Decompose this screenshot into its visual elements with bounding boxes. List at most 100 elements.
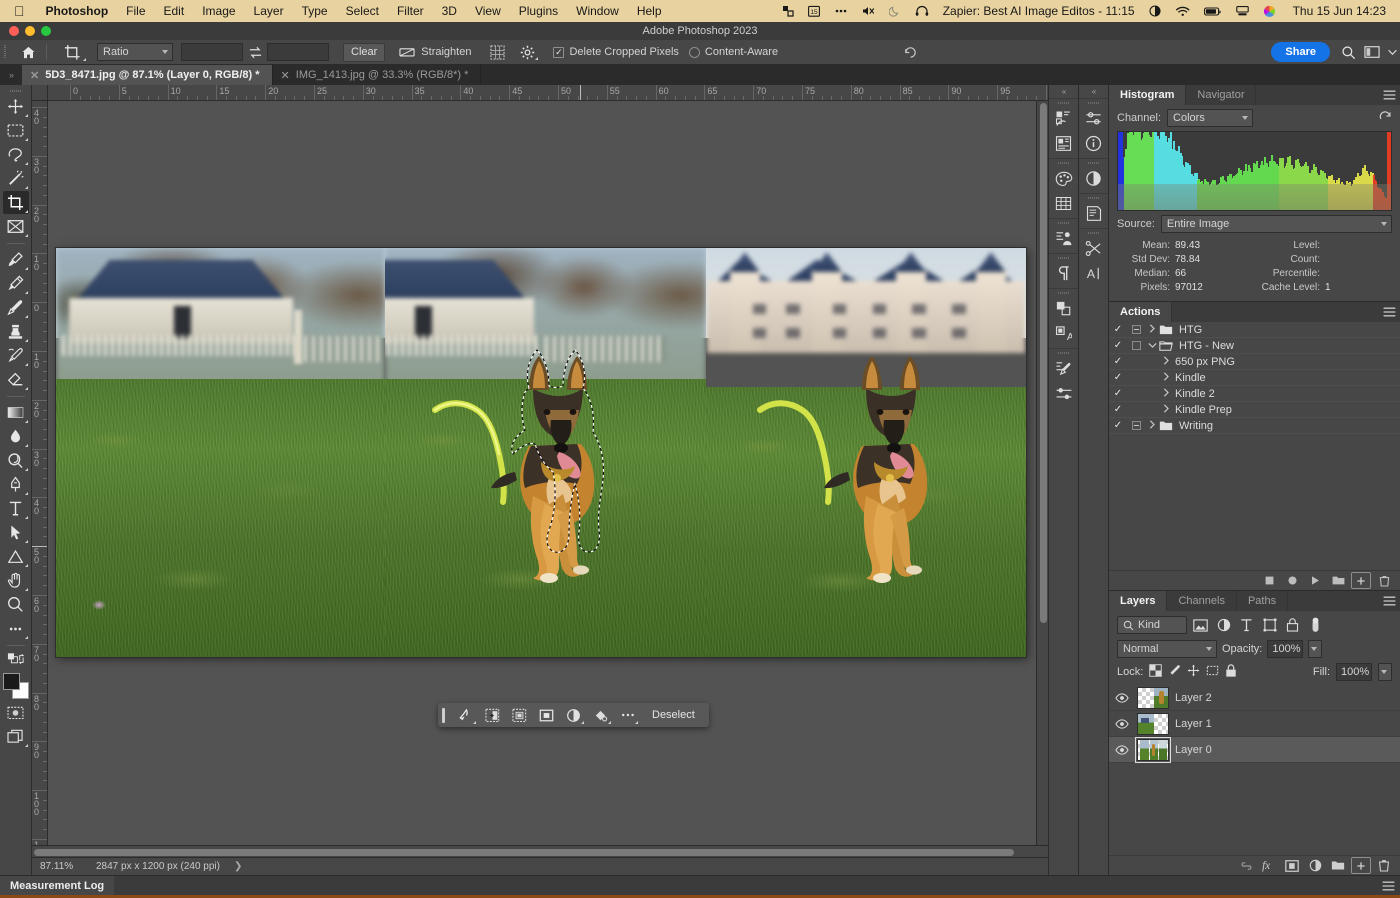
canvas-panel-composite[interactable] xyxy=(706,248,1026,657)
calendar-15-icon[interactable]: 15 xyxy=(801,5,827,17)
menu-item-edit[interactable]: Edit xyxy=(155,4,194,18)
menu-item-3d[interactable]: 3D xyxy=(433,4,466,18)
screenshot-icon[interactable] xyxy=(775,5,801,17)
clone-stamp-tool[interactable] xyxy=(3,320,29,343)
filter-adjustment-icon[interactable] xyxy=(1214,616,1233,634)
tool-presets-icon[interactable] xyxy=(1051,381,1077,406)
action-enabled-checkmark[interactable]: ✓ xyxy=(1109,404,1127,415)
action-dialog-toggle[interactable] xyxy=(1127,421,1145,430)
canvas-viewport[interactable]: Deselect xyxy=(48,101,1048,845)
tab-actions[interactable]: Actions xyxy=(1109,302,1172,322)
create-mask-icon[interactable] xyxy=(534,704,559,726)
notes-icon[interactable] xyxy=(1081,201,1107,226)
layer-thumbnail[interactable] xyxy=(1137,713,1169,735)
filter-toggle-icon[interactable] xyxy=(1306,616,1325,634)
content-aware-checkbox[interactable] xyxy=(689,47,700,58)
adjustments-preset-icon[interactable] xyxy=(1051,131,1077,156)
menu-item-file[interactable]: File xyxy=(117,4,154,18)
chevron-right-icon[interactable]: ❯ xyxy=(220,861,242,872)
deselect-button[interactable]: Deselect xyxy=(642,709,701,721)
ellipsis-icon[interactable] xyxy=(827,5,855,17)
fill-input[interactable]: 100% xyxy=(1336,663,1372,681)
canvas-vertical-scrollbar[interactable] xyxy=(1036,101,1048,845)
menu-item-filter[interactable]: Filter xyxy=(388,4,433,18)
more-options-icon[interactable] xyxy=(615,704,640,726)
gradient-tool[interactable] xyxy=(3,401,29,424)
channel-select[interactable]: Colors xyxy=(1167,109,1253,127)
layer-thumbnail[interactable] xyxy=(1137,739,1169,761)
lock-artboard-icon[interactable] xyxy=(1206,664,1219,680)
properties-icon[interactable] xyxy=(1081,166,1107,191)
clear-button[interactable]: Clear xyxy=(343,43,385,62)
add-mask-icon[interactable] xyxy=(1282,857,1302,874)
delete-icon[interactable] xyxy=(1374,572,1394,589)
menu-item-image[interactable]: Image xyxy=(193,4,244,18)
shape-tool[interactable] xyxy=(3,545,29,568)
delete-cropped-pixels-checkbox[interactable]: ✓ xyxy=(553,47,564,58)
action-enabled-checkmark[interactable]: ✓ xyxy=(1109,340,1127,351)
source-select[interactable]: Entire Image xyxy=(1161,215,1392,233)
chevron-right-icon[interactable] xyxy=(1159,404,1173,415)
action-enabled-checkmark[interactable]: ✓ xyxy=(1109,324,1127,335)
opacity-input[interactable]: 100% xyxy=(1267,640,1303,658)
menu-item-plugins[interactable]: Plugins xyxy=(510,4,567,18)
blend-mode-select[interactable]: Normal xyxy=(1117,640,1217,658)
chevron-down-icon[interactable] xyxy=(1145,341,1159,351)
crop-tool[interactable] xyxy=(3,191,29,214)
tab-measurement-log[interactable]: Measurement Log xyxy=(0,876,114,895)
menu-item-photoshop[interactable]: Photoshop xyxy=(37,4,118,18)
vertical-ruler[interactable]: 403020100102030405060708090100110120130 xyxy=(32,101,48,845)
crop-height-input[interactable] xyxy=(267,43,329,61)
layer-row[interactable]: Layer 2 xyxy=(1109,685,1400,711)
glyphs-icon[interactable]: A xyxy=(1051,321,1077,346)
layer-thumbnail[interactable] xyxy=(1137,687,1169,709)
document-tab-active[interactable]: ✕ 5D3_8471.jpg @ 87.1% (Layer 0, RGB/8) … xyxy=(22,65,273,85)
action-enabled-checkmark[interactable]: ✓ xyxy=(1109,356,1127,367)
move-tool[interactable] xyxy=(3,95,29,118)
tab-histogram[interactable]: Histogram xyxy=(1109,85,1186,105)
panel-menu-icon[interactable] xyxy=(1378,85,1400,105)
actions-history-icon[interactable] xyxy=(1081,236,1107,261)
action-enabled-checkmark[interactable]: ✓ xyxy=(1109,388,1127,399)
panel-menu-icon[interactable] xyxy=(1378,302,1400,322)
brush-tool[interactable] xyxy=(3,296,29,319)
action-row[interactable]: ✓Kindle xyxy=(1109,370,1400,386)
layer-visibility-eye-icon[interactable] xyxy=(1113,719,1131,729)
swap-icon[interactable] xyxy=(243,41,267,63)
ratio-select[interactable]: Ratio xyxy=(97,43,173,61)
filter-shape-icon[interactable] xyxy=(1260,616,1279,634)
path-selection-tool[interactable] xyxy=(3,521,29,544)
reset-icon[interactable] xyxy=(898,41,922,63)
default-colors-icon[interactable] xyxy=(3,650,29,668)
layer-row[interactable]: Layer 0 xyxy=(1109,737,1400,763)
apple-icon[interactable]:  xyxy=(0,4,37,18)
document-tab-inactive[interactable]: ✕ IMG_1413.jpg @ 33.3% (RGB/8*) * xyxy=(273,65,482,85)
grid-overlay-icon[interactable] xyxy=(485,41,509,63)
home-icon[interactable] xyxy=(16,41,40,63)
headphones-icon[interactable] xyxy=(908,5,936,17)
lock-position-icon[interactable] xyxy=(1187,664,1200,680)
share-button[interactable]: Share xyxy=(1271,42,1330,62)
link-layers-icon[interactable] xyxy=(1236,857,1256,874)
canvas-horizontal-scrollbar[interactable] xyxy=(32,845,1048,857)
scrollbar-thumb[interactable] xyxy=(1040,103,1047,623)
character-styles-icon[interactable] xyxy=(1051,226,1077,251)
straighten-label[interactable]: Straighten xyxy=(421,46,471,58)
scrollbar-thumb[interactable] xyxy=(34,849,1014,856)
canvas-panel-original[interactable] xyxy=(56,248,385,657)
lock-full-icon[interactable] xyxy=(1225,664,1237,681)
close-icon[interactable]: ✕ xyxy=(281,69,290,82)
document-dimensions[interactable]: 2847 px x 1200 px (240 ppi) xyxy=(82,861,220,872)
new-adjustment-icon[interactable] xyxy=(1305,857,1325,874)
workspace-icon[interactable] xyxy=(1360,41,1384,63)
battery-icon[interactable] xyxy=(1197,5,1229,17)
horizontal-ruler[interactable]: 0510152025303540455055606570758085909510… xyxy=(48,85,1048,101)
action-enabled-checkmark[interactable]: ✓ xyxy=(1109,420,1127,431)
action-row[interactable]: ✓Writing xyxy=(1109,418,1400,434)
tab-scroll-arrows[interactable]: » xyxy=(0,65,22,85)
chevron-right-icon[interactable] xyxy=(1159,388,1173,399)
control-center-icon[interactable] xyxy=(1256,5,1283,18)
color-swatches[interactable] xyxy=(3,673,29,699)
status-text[interactable]: Zapier: Best AI Image Editos - 11:15 xyxy=(936,4,1142,18)
quick-mask-icon[interactable] xyxy=(3,701,29,724)
